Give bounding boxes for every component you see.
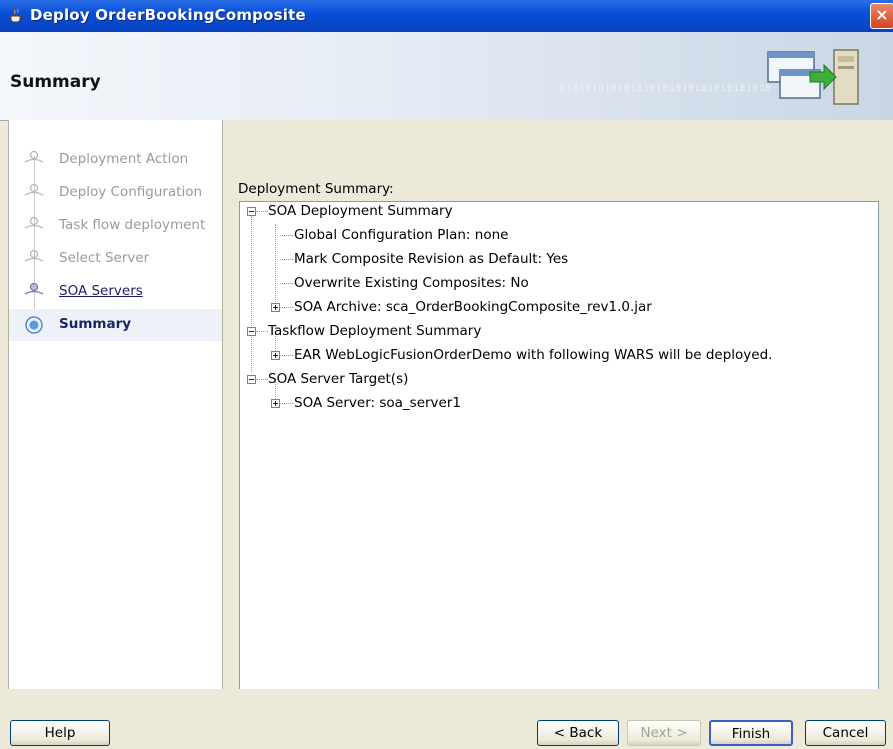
deploy-wizard-icon bbox=[767, 49, 859, 105]
tree-node-mark-composite-revision[interactable]: Mark Composite Revision as Default: Yes bbox=[294, 249, 568, 269]
tree-connector bbox=[256, 379, 268, 380]
tree-connector bbox=[256, 331, 268, 332]
help-button-label: Help bbox=[44, 725, 76, 741]
button-bar: Help < Back Next > Finish Cancel bbox=[0, 689, 893, 749]
step-select-server: Select Server bbox=[9, 243, 223, 275]
collapse-toggle[interactable] bbox=[247, 327, 256, 336]
binary-decoration: 010101010101010101010101010101010 bbox=[560, 84, 772, 94]
tree-connector bbox=[280, 283, 293, 284]
tree-node-soa-archive[interactable]: SOA Archive: sca_OrderBookingComposite_r… bbox=[294, 297, 652, 317]
expand-toggle[interactable] bbox=[271, 303, 280, 312]
tree-connector bbox=[280, 307, 293, 308]
back-button-label: < Back bbox=[553, 725, 603, 741]
header-banner: Summary 01010101010101010101010101010101… bbox=[0, 32, 893, 121]
cancel-button-label: Cancel bbox=[822, 725, 869, 741]
step-label: Select Server bbox=[59, 250, 150, 266]
step-summary: Summary bbox=[9, 309, 223, 341]
step-label: Summary bbox=[59, 316, 132, 332]
tree-node-soa-server[interactable]: SOA Server: soa_server1 bbox=[294, 393, 461, 413]
step-label: Deploy Configuration bbox=[59, 184, 203, 200]
step-soa-servers[interactable]: SOA Servers bbox=[9, 276, 223, 308]
collapse-toggle[interactable] bbox=[247, 207, 256, 216]
tree-node-soa-server-targets[interactable]: SOA Server Target(s) bbox=[268, 369, 408, 389]
tree-connector bbox=[251, 216, 252, 372]
tree-connector bbox=[280, 259, 293, 260]
coffee-cup-icon bbox=[10, 8, 23, 23]
close-icon: × bbox=[875, 5, 889, 24]
finish-button[interactable]: Finish bbox=[709, 720, 793, 746]
next-button-label: Next > bbox=[640, 725, 688, 741]
step-task-flow-deployment: Task flow deployment bbox=[9, 210, 223, 242]
step-label: Task flow deployment bbox=[59, 217, 206, 233]
deployment-summary-label: Deployment Summary: bbox=[238, 181, 394, 197]
completed-step-icon bbox=[24, 249, 44, 262]
completed-step-icon bbox=[24, 183, 44, 196]
tree-connector bbox=[256, 211, 268, 212]
expand-toggle[interactable] bbox=[271, 351, 280, 360]
completed-step-icon bbox=[24, 216, 44, 229]
content-panel: Deployment Summary: SOA Deployment Summa… bbox=[222, 120, 893, 701]
tree-node-overwrite-existing[interactable]: Overwrite Existing Composites: No bbox=[294, 273, 529, 293]
tree-connector bbox=[280, 403, 293, 404]
step-deployment-action: Deployment Action bbox=[9, 144, 223, 176]
tree-node-taskflow-deployment-summary[interactable]: Taskflow Deployment Summary bbox=[268, 321, 481, 341]
tree-node-soa-deployment-summary[interactable]: SOA Deployment Summary bbox=[268, 201, 453, 221]
step-label: Deployment Action bbox=[59, 151, 189, 167]
help-button[interactable]: Help bbox=[10, 720, 110, 746]
tree-node-global-configuration-plan[interactable]: Global Configuration Plan: none bbox=[294, 225, 508, 245]
finish-button-label: Finish bbox=[731, 726, 771, 742]
next-button[interactable]: Next > bbox=[627, 720, 701, 746]
page-heading: Summary bbox=[10, 72, 101, 92]
deployment-summary-caption: Deployment Summary: bbox=[238, 181, 394, 197]
wizard-steps-panel: Deployment Action Deploy Configuration T… bbox=[8, 120, 224, 690]
deployment-summary-tree[interactable]: SOA Deployment Summary Global Configurat… bbox=[239, 201, 879, 701]
close-button[interactable]: × bbox=[870, 3, 893, 29]
collapse-toggle[interactable] bbox=[247, 375, 256, 384]
completed-step-icon bbox=[24, 150, 44, 163]
current-step-icon bbox=[25, 316, 43, 334]
visited-step-icon bbox=[24, 282, 44, 295]
back-button[interactable]: < Back bbox=[537, 720, 619, 746]
tree-connector bbox=[275, 224, 276, 304]
step-label[interactable]: SOA Servers bbox=[59, 283, 143, 299]
step-deploy-configuration: Deploy Configuration bbox=[9, 177, 223, 209]
expand-toggle[interactable] bbox=[271, 399, 280, 408]
tree-connector bbox=[280, 235, 293, 236]
tree-connector bbox=[280, 355, 293, 356]
cancel-button[interactable]: Cancel bbox=[805, 720, 886, 746]
tree-node-ear-weblogic[interactable]: EAR WebLogicFusionOrderDemo with followi… bbox=[294, 345, 772, 365]
window-title: Deploy OrderBookingComposite bbox=[30, 6, 306, 24]
title-bar: Deploy OrderBookingComposite × bbox=[0, 0, 893, 32]
